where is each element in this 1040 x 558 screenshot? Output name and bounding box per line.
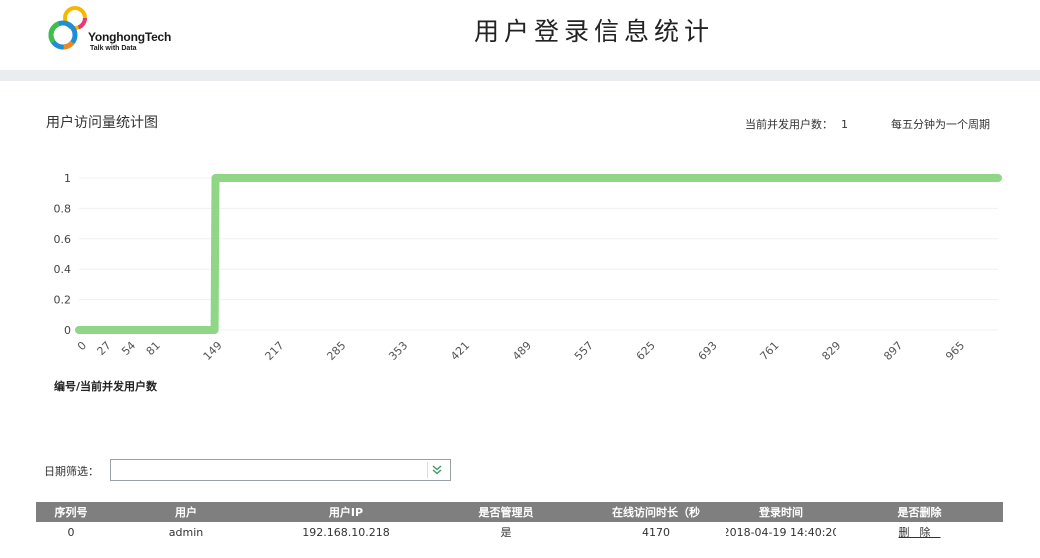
x-tick-label: 217 — [263, 339, 287, 363]
x-tick-label: 0 — [75, 339, 89, 353]
column-header-is-deleted: 是否删除 — [897, 506, 942, 519]
cell-delete-action: 删除 — [836, 522, 1003, 542]
y-tick-label: 0.6 — [54, 233, 72, 246]
x-tick-label: 965 — [943, 339, 967, 363]
x-tick-label: 693 — [696, 339, 720, 363]
x-tick-label: 625 — [634, 339, 658, 363]
column-header-login-time: 登录时间 — [759, 506, 803, 519]
date-filter-dropdown-button[interactable] — [427, 462, 445, 478]
x-axis-title: 编号/当前并发用户数 — [54, 380, 158, 393]
x-tick-label: 54 — [119, 339, 138, 358]
table-header-row: 序列号 用户 用户IP 是否管理员 在线访问时长（秒 登录时间 是否删除 — [36, 502, 1003, 522]
concurrent-users-readout: 当前并发用户数： 1 — [745, 116, 848, 132]
cell-online-duration: 4170 — [642, 525, 670, 539]
x-tick-label: 557 — [572, 339, 596, 363]
concurrent-users-value: 1 — [841, 118, 848, 131]
x-tick-label: 353 — [386, 339, 410, 363]
y-tick-label: 0.2 — [54, 294, 72, 307]
chart-section-title: 用户访问量统计图 — [46, 115, 158, 131]
delete-link[interactable]: 删除 — [899, 524, 941, 540]
column-header-user-ip: 用户IP — [328, 506, 364, 519]
cycle-note: 每五分钟为一个周期 — [891, 118, 990, 131]
column-header-online-duration: 在线访问时长（秒 — [612, 506, 700, 519]
x-tick-label: 149 — [201, 339, 225, 363]
y-tick-label: 1 — [64, 172, 71, 185]
date-filter-label: 日期筛选： — [44, 465, 99, 478]
double-chevron-down-icon — [432, 465, 441, 475]
x-tick-label: 829 — [819, 339, 843, 363]
cell-user: admin — [168, 525, 204, 539]
cell-user-ip: 192.168.10.218 — [302, 525, 390, 539]
login-info-table: 序列号 用户 用户IP 是否管理员 在线访问时长（秒 登录时间 是否删除 0 a… — [36, 502, 1003, 542]
table-row: 0 admin 192.168.10.218 是 4170 2018-04-19… — [36, 522, 1003, 542]
concurrent-users-label: 当前并发用户数： — [745, 118, 833, 131]
series-line — [75, 174, 1002, 334]
x-tick-label: 761 — [758, 339, 782, 363]
column-header-user: 用户 — [175, 506, 197, 519]
x-tick-label: 489 — [510, 339, 534, 363]
x-tick-label: 285 — [324, 339, 348, 363]
cell-login-time: 2018-04-19 14:40:20 — [726, 525, 836, 539]
date-filter-select[interactable] — [110, 459, 451, 481]
column-header-is-admin: 是否管理员 — [478, 506, 534, 519]
column-header-serial: 序列号 — [54, 506, 88, 519]
x-tick-label: 421 — [448, 339, 472, 363]
cell-serial: 0 — [67, 525, 75, 539]
x-tick-label: 27 — [95, 339, 114, 358]
x-tick-label: 81 — [144, 339, 163, 358]
visit-line-chart: 0 0.2 0.4 0.6 0.8 1 0 27 54 81 149 217 285 353 421 489 5… — [54, 172, 1002, 363]
y-tick-label: 0 — [64, 324, 71, 337]
y-tick-label: 0.8 — [54, 202, 72, 215]
y-tick-label: 0.4 — [54, 263, 72, 276]
page-title: 用户登录信息统计 — [473, 17, 714, 46]
cell-is-admin: 是 — [500, 526, 512, 539]
header-divider — [0, 70, 1040, 81]
app-header: YonghongTech Talk with Data 用户登录信息统计 — [0, 0, 1040, 70]
x-tick-label: 897 — [881, 339, 905, 363]
